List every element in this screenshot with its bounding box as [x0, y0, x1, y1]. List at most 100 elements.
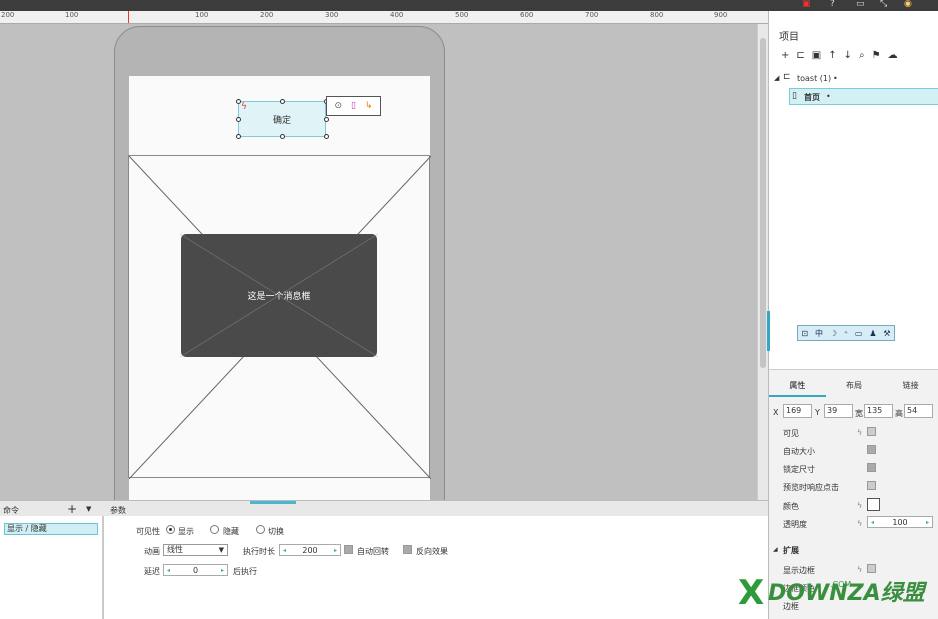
opacity-label: 透明度	[783, 520, 807, 529]
resize-icon[interactable]: ⤡	[880, 0, 887, 9]
page-icon[interactable]: ▯	[351, 101, 356, 111]
opacity-stepper[interactable]: ◂ 100 ▸	[867, 516, 933, 528]
tab-layout[interactable]: 布局	[826, 377, 883, 397]
target-icon[interactable]: ⊙	[334, 101, 342, 111]
show-radio[interactable]	[166, 525, 175, 534]
resize-handle[interactable]	[236, 134, 241, 139]
visible-label: 可见	[783, 429, 799, 438]
ruler-label: 400	[390, 11, 404, 19]
lightning-icon: ϟ	[857, 565, 863, 574]
search-icon[interactable]: ⌕	[859, 50, 865, 64]
color-swatch[interactable]	[867, 498, 880, 511]
panel-resize-grip[interactable]	[250, 501, 296, 504]
animation-select[interactable]: 线性 ▼	[163, 544, 228, 556]
scrollbar-thumb[interactable]	[760, 38, 766, 368]
project-title: 项目	[779, 32, 799, 43]
minimize-icon[interactable]: ▭	[856, 0, 865, 9]
resize-handle[interactable]	[280, 99, 285, 104]
hide-label: 隐藏	[223, 527, 239, 536]
height-field[interactable]: 54	[904, 404, 933, 418]
punct-icon: ⁺	[843, 328, 849, 338]
tree-item-marker: •	[826, 92, 831, 101]
canvas-vertical-scrollbar[interactable]	[757, 24, 768, 500]
avatar-icon[interactable]: ◉	[904, 0, 912, 9]
width-field[interactable]: 135	[864, 404, 893, 418]
window-icon[interactable]: ▣	[802, 0, 811, 9]
help-icon[interactable]: ?	[830, 0, 835, 9]
ime-icon: ⊡	[801, 328, 809, 338]
after-label: 后执行	[233, 567, 257, 576]
lightning-icon: ϟ	[857, 428, 863, 437]
command-item[interactable]: 显示 / 隐藏	[4, 523, 98, 535]
preview-click-label: 预览时响应点击	[783, 483, 839, 492]
increment-icon[interactable]: ▸	[334, 547, 337, 554]
ruler-label: 100	[195, 11, 209, 19]
link-icon[interactable]: ↳	[365, 101, 373, 111]
toggle-radio[interactable]	[256, 525, 265, 534]
resize-handle[interactable]	[280, 134, 285, 139]
y-label: Y	[815, 408, 820, 417]
show-border-checkbox[interactable]	[867, 564, 876, 573]
tree-item-marker: •	[833, 74, 838, 83]
decrement-icon[interactable]: ◂	[283, 547, 286, 554]
lock-size-checkbox[interactable]	[867, 463, 876, 472]
tab-links[interactable]: 链接	[882, 377, 938, 397]
animation-value: 线性	[167, 545, 183, 554]
save-icon[interactable]: ▣	[812, 50, 821, 64]
x-field[interactable]: 169	[783, 404, 812, 418]
hide-radio[interactable]	[210, 525, 219, 534]
toast-text: 这是一个消息框	[247, 292, 311, 302]
ime-chinese-icon: 中	[814, 328, 823, 338]
user-icon: ♟	[869, 328, 877, 338]
increment-icon[interactable]: ▸	[221, 567, 224, 574]
flag-icon[interactable]: ⚑	[872, 50, 881, 64]
ruler-label: 900	[714, 11, 728, 19]
moon-icon: ☽	[829, 328, 837, 338]
up-arrow-icon[interactable]: ↑	[828, 50, 836, 64]
tree-item-selected[interactable]: ▯ 首页 •	[789, 88, 938, 105]
tree-item-toast[interactable]: toast (1)	[797, 74, 831, 83]
resize-handle[interactable]	[324, 134, 329, 139]
add-icon[interactable]: +	[781, 50, 789, 64]
resize-handle[interactable]	[236, 117, 241, 122]
input-method-bar[interactable]: ⊡ 中 ☽ ⁺ ▭ ♟ ⚒	[797, 325, 895, 341]
properties-tabs: 属性 布局 链接	[769, 377, 938, 397]
down-arrow-icon[interactable]: ↓	[844, 50, 852, 64]
increment-icon[interactable]: ▸	[926, 519, 929, 526]
reverse-effect-checkbox[interactable]	[403, 545, 412, 554]
resize-handle[interactable]	[236, 99, 241, 104]
y-field[interactable]: 39	[824, 404, 853, 418]
params-panel: 可见性 显示 隐藏 切换 动画 线性 ▼ 执行时长 ◂ 200 ▸ 自动回转 反…	[104, 516, 768, 619]
x-label: X	[773, 408, 779, 417]
auto-reverse-checkbox[interactable]	[344, 545, 353, 554]
decrement-icon[interactable]: ◂	[167, 567, 170, 574]
add-command-button[interactable]: +	[67, 502, 77, 516]
ruler-label: 200	[260, 11, 274, 19]
ruler-label: 500	[455, 11, 469, 19]
duration-stepper[interactable]: ◂ 200 ▸	[279, 544, 341, 556]
lock-size-label: 锁定尺寸	[783, 465, 815, 474]
ruler-label: 200	[1, 11, 15, 19]
properties-panel: 属性 布局 链接 X 169 Y 39 宽 135 高 54 可见 ϟ 自动大小…	[769, 369, 938, 619]
cloud-icon[interactable]: ☁	[888, 50, 898, 64]
collapse-arrow-icon[interactable]: ◢	[773, 546, 778, 553]
auto-size-checkbox[interactable]	[867, 445, 876, 454]
confirm-button[interactable]: 确定 ϟ	[238, 101, 326, 137]
delay-stepper[interactable]: ◂ 0 ▸	[163, 564, 228, 576]
bottom-panel-header: 命令 + ▼ 参数	[0, 500, 768, 516]
chevron-down-icon[interactable]: ▼	[86, 505, 91, 513]
preview-click-checkbox[interactable]	[867, 481, 876, 490]
resize-handle[interactable]	[324, 117, 329, 122]
expand-arrow-icon[interactable]: ◢	[774, 74, 779, 82]
toast-box[interactable]: 这是一个消息框	[181, 234, 377, 357]
tab-properties[interactable]: 属性	[769, 377, 826, 397]
title-bar: ▣ ? ▭ ⤡ ◉	[0, 0, 938, 11]
ruler-label: 300	[325, 11, 339, 19]
delay-label: 延迟	[144, 567, 160, 576]
ruler-label: 700	[585, 11, 599, 19]
app-window: { "ruler": {"labels": ["200", "100", "10…	[0, 0, 938, 619]
folder-icon[interactable]: ⊏	[796, 50, 804, 64]
decrement-icon[interactable]: ◂	[871, 519, 874, 526]
lightning-icon: ϟ	[857, 501, 863, 510]
visible-checkbox[interactable]	[867, 427, 876, 436]
